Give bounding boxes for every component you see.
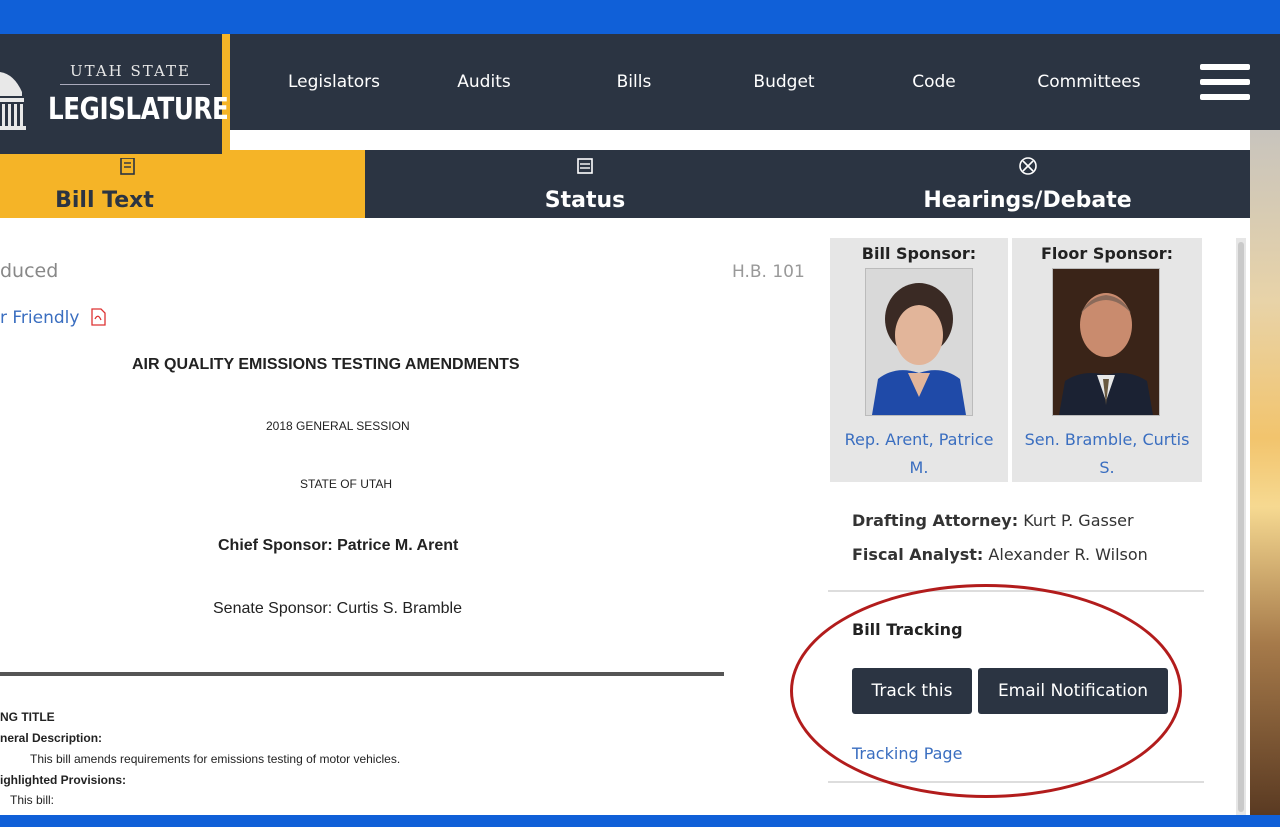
drafting-attorney-label: Drafting Attorney:	[852, 511, 1019, 530]
bill-sponsor-card: Bill Sponsor: Rep. Arent, Patrice M.	[830, 238, 1008, 482]
document-icon	[118, 156, 138, 176]
fiscal-analyst-label: Fiscal Analyst:	[852, 545, 984, 564]
document-rule	[0, 672, 724, 676]
tab-hearings-debate[interactable]: Hearings/Debate	[805, 150, 1250, 218]
bill-state: STATE OF UTAH	[300, 477, 392, 491]
bill-sponsor-name[interactable]: Rep. Arent, Patrice M.	[830, 426, 1008, 482]
drafting-attorney: Drafting Attorney: Kurt P. Gasser	[852, 511, 1134, 530]
nav-audits[interactable]: Audits	[457, 72, 510, 92]
fiscal-analyst: Fiscal Analyst: Alexander R. Wilson	[852, 545, 1148, 564]
bill-status-text: duced	[0, 260, 59, 282]
site-logo[interactable]: UTAH STATE LEGISLATURE	[0, 34, 230, 158]
floor-sponsor-title: Floor Sponsor:	[1040, 244, 1174, 263]
floor-sponsor-card: Floor Sponsor: Sen. Bramble, Curtis S.	[1012, 238, 1202, 482]
this-bill-text: This bill:	[10, 793, 55, 807]
tab-status-label: Status	[544, 188, 626, 213]
bottom-frame-band	[0, 815, 1280, 827]
nav-committees[interactable]: Committees	[1037, 72, 1140, 92]
nav-legislators[interactable]: Legislators	[288, 72, 380, 92]
nav-budget[interactable]: Budget	[753, 72, 814, 92]
chief-sponsor-line: Chief Sponsor: Patrice M. Arent	[218, 537, 459, 554]
fiscal-analyst-value: Alexander R. Wilson	[988, 545, 1148, 564]
nav-code[interactable]: Code	[912, 72, 956, 92]
tab-hearings-label: Hearings/Debate	[923, 188, 1132, 213]
long-title-heading: NG TITLE	[0, 710, 55, 724]
logo-subtitle: UTAH STATE	[70, 62, 191, 80]
senate-sponsor-line: Senate Sponsor: Curtis S. Bramble	[213, 600, 463, 617]
annotation-highlight-oval	[790, 584, 1182, 798]
bill-session: 2018 GENERAL SESSION	[266, 419, 410, 433]
logo-title: LEGISLATURE	[48, 92, 229, 127]
bill-title: AIR QUALITY EMISSIONS TESTING AMENDMENTS	[132, 356, 520, 373]
capitol-dome-icon	[0, 72, 26, 130]
tab-bill-text[interactable]: Bill Text	[0, 150, 365, 218]
bill-number: H.B. 101	[732, 262, 805, 282]
general-description-label: neral Description:	[0, 731, 103, 745]
printer-friendly-link[interactable]: r Friendly	[0, 308, 79, 328]
list-icon	[575, 156, 595, 176]
background-photo-strip	[1250, 130, 1280, 815]
highlighted-provisions-label: ighlighted Provisions:	[0, 773, 127, 787]
top-frame-band	[0, 0, 1280, 34]
nav-bills[interactable]: Bills	[617, 72, 652, 92]
drafting-attorney-value: Kurt P. Gasser	[1023, 511, 1134, 530]
gavel-icon	[1018, 156, 1038, 176]
floor-sponsor-name[interactable]: Sen. Bramble, Curtis S.	[1012, 426, 1202, 482]
logo-divider	[60, 84, 210, 85]
bill-sponsor-photo	[865, 268, 973, 416]
tab-status[interactable]: Status	[365, 150, 805, 218]
floor-sponsor-photo	[1052, 268, 1160, 416]
general-description-text: This bill amends requirements for emissi…	[30, 752, 401, 766]
tab-bill-text-label: Bill Text	[55, 188, 154, 213]
pdf-icon[interactable]	[90, 308, 106, 326]
bill-sponsor-title: Bill Sponsor:	[861, 244, 977, 263]
hamburger-menu-icon[interactable]	[1200, 64, 1250, 102]
sidebar-scrollbar-thumb[interactable]	[1238, 242, 1244, 812]
